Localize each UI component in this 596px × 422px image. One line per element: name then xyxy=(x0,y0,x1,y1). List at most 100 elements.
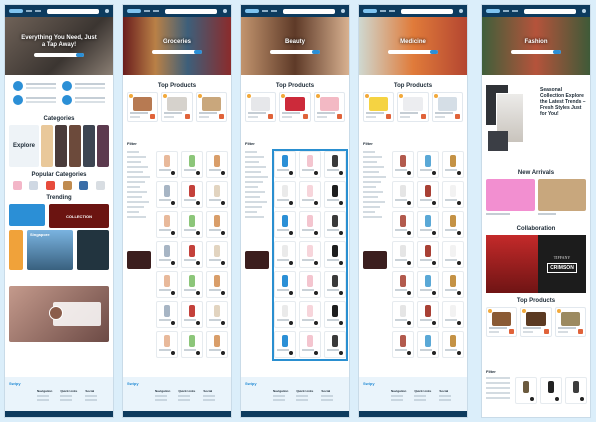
nav-link[interactable] xyxy=(389,10,395,12)
category-card[interactable] xyxy=(55,125,67,167)
product-tile[interactable] xyxy=(417,181,439,208)
nav-link[interactable] xyxy=(153,10,159,12)
product-tile[interactable] xyxy=(392,151,414,178)
filter-sidebar[interactable] xyxy=(363,151,387,221)
product-tile[interactable] xyxy=(442,331,464,358)
explore-tile[interactable]: Explore xyxy=(9,125,39,167)
search-input[interactable] xyxy=(283,8,335,14)
promo-tile[interactable] xyxy=(363,251,387,269)
product-card[interactable] xyxy=(486,307,518,337)
product-tile[interactable] xyxy=(392,331,414,358)
product-tile[interactable] xyxy=(206,271,228,298)
product-tile[interactable] xyxy=(206,181,228,208)
product-card[interactable] xyxy=(127,92,159,122)
cart-icon[interactable] xyxy=(223,9,227,13)
product-card[interactable] xyxy=(554,307,586,337)
hero-search[interactable] xyxy=(34,53,84,57)
filter-sidebar[interactable] xyxy=(127,151,151,221)
arrival-card[interactable] xyxy=(537,179,586,221)
product-card[interactable] xyxy=(313,92,345,122)
nav-link[interactable] xyxy=(380,10,386,12)
filter-sidebar[interactable] xyxy=(486,377,510,402)
logo[interactable] xyxy=(9,9,23,13)
product-card[interactable] xyxy=(363,92,395,122)
category-item[interactable] xyxy=(96,181,106,190)
product-tile[interactable] xyxy=(206,241,228,268)
trending-card[interactable] xyxy=(9,230,23,270)
category-card[interactable] xyxy=(83,125,95,167)
product-tile[interactable] xyxy=(417,241,439,268)
trending-card[interactable] xyxy=(77,230,109,270)
product-tile[interactable] xyxy=(392,211,414,238)
product-tile[interactable] xyxy=(442,151,464,178)
hero-search[interactable] xyxy=(270,49,320,54)
hero-search[interactable] xyxy=(388,49,438,54)
logo[interactable] xyxy=(363,9,377,13)
category-card[interactable] xyxy=(69,125,81,167)
nav-link[interactable] xyxy=(512,10,518,12)
product-card[interactable] xyxy=(245,92,277,122)
logo[interactable] xyxy=(245,9,259,13)
product-tile[interactable] xyxy=(442,211,464,238)
product-tile[interactable] xyxy=(417,151,439,178)
category-item[interactable] xyxy=(46,181,56,190)
product-tile[interactable] xyxy=(417,211,439,238)
nav-link[interactable] xyxy=(26,10,32,12)
product-tile[interactable] xyxy=(181,301,203,328)
footer-logo[interactable]: Swipy xyxy=(363,381,463,386)
product-tile[interactable] xyxy=(181,271,203,298)
nav-link[interactable] xyxy=(271,10,277,12)
nav-link[interactable] xyxy=(35,10,41,12)
category-card[interactable] xyxy=(97,125,109,167)
product-tile[interactable] xyxy=(206,151,228,178)
footer-logo[interactable]: Swipy xyxy=(245,381,345,386)
product-tile[interactable] xyxy=(417,271,439,298)
footer-logo[interactable]: Swipy xyxy=(127,381,227,386)
logo[interactable] xyxy=(486,9,500,13)
cart-icon[interactable] xyxy=(105,9,109,13)
footer-logo[interactable]: Swipy xyxy=(9,381,109,386)
product-card[interactable] xyxy=(195,92,227,122)
cart-icon[interactable] xyxy=(341,9,345,13)
product-tile[interactable] xyxy=(156,151,178,178)
trending-card[interactable] xyxy=(9,204,45,226)
hero-search[interactable] xyxy=(152,49,202,54)
product-tile[interactable] xyxy=(392,271,414,298)
arrival-card[interactable] xyxy=(486,179,535,221)
logo[interactable] xyxy=(127,9,141,13)
product-tile[interactable] xyxy=(181,211,203,238)
product-tile[interactable] xyxy=(156,331,178,358)
product-tile[interactable] xyxy=(392,301,414,328)
category-item[interactable] xyxy=(12,181,22,190)
collaboration-banner[interactable]: TIFFANY CRIMSON xyxy=(486,235,586,293)
promo-tile[interactable] xyxy=(245,251,269,269)
search-input[interactable] xyxy=(47,8,99,14)
product-tile[interactable] xyxy=(181,181,203,208)
product-tile[interactable] xyxy=(156,211,178,238)
product-tile[interactable] xyxy=(392,181,414,208)
product-tile[interactable] xyxy=(156,271,178,298)
product-tile[interactable] xyxy=(206,211,228,238)
product-tile[interactable] xyxy=(206,301,228,328)
nav-link[interactable] xyxy=(262,10,268,12)
product-tile[interactable] xyxy=(417,331,439,358)
product-tile[interactable] xyxy=(156,181,178,208)
search-input[interactable] xyxy=(401,8,453,14)
category-item[interactable] xyxy=(29,181,39,190)
product-tile[interactable] xyxy=(156,241,178,268)
product-tile[interactable] xyxy=(156,301,178,328)
nav-link[interactable] xyxy=(144,10,150,12)
category-item[interactable] xyxy=(62,181,72,190)
product-tile[interactable] xyxy=(181,151,203,178)
product-tile[interactable] xyxy=(181,241,203,268)
product-card[interactable] xyxy=(520,307,552,337)
product-tile[interactable] xyxy=(417,301,439,328)
product-tile[interactable] xyxy=(540,377,562,404)
product-tile[interactable] xyxy=(181,331,203,358)
promo-tile[interactable] xyxy=(127,251,151,269)
product-tile[interactable] xyxy=(515,377,537,404)
filter-sidebar[interactable] xyxy=(245,151,269,221)
product-tile[interactable] xyxy=(206,331,228,358)
product-card[interactable] xyxy=(397,92,429,122)
nav-link[interactable] xyxy=(503,10,509,12)
